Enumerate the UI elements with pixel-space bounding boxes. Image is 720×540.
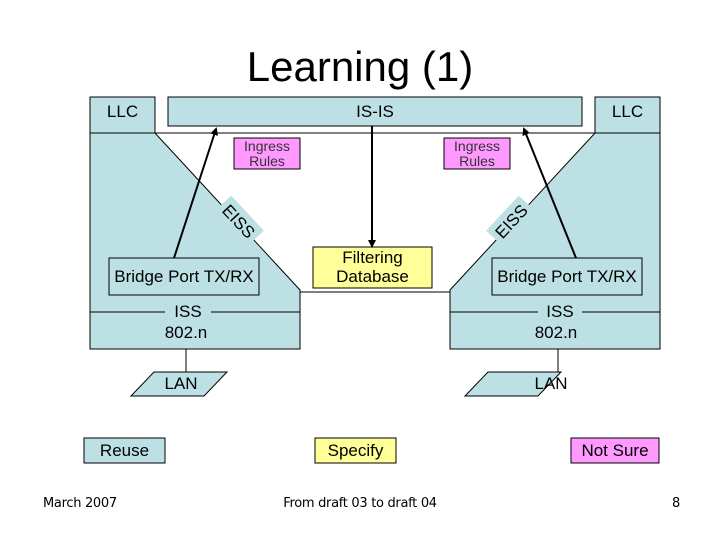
filtering-db-line-1: Filtering	[342, 248, 403, 267]
left-ingress-line-2: Rules	[249, 153, 285, 169]
footer-page-number: 8	[672, 496, 680, 511]
filtering-database-label: Filtering Database	[313, 248, 432, 286]
left-bridge-port-label: Bridge Port TX/RX	[114, 266, 254, 286]
isis-label: IS-IS	[356, 101, 394, 121]
filtering-db-line-2: Database	[336, 267, 409, 286]
left-iss-label: ISS	[174, 302, 202, 321]
right-iss-label: ISS	[546, 302, 574, 321]
footer-center-text: From draft 03 to draft 04	[283, 496, 437, 511]
right-bridge-port-label: Bridge Port TX/RX	[497, 266, 637, 286]
left-mac-label: 802.n	[164, 323, 208, 342]
legend-not-sure-label: Not Sure	[581, 440, 649, 460]
right-ingress-rules-label: Ingress Rules	[444, 139, 510, 169]
right-llc-label: LLC	[611, 102, 644, 121]
legend-specify-label: Specify	[327, 440, 384, 460]
left-llc-label: LLC	[106, 102, 139, 121]
right-mac-label: 802.n	[534, 323, 578, 342]
footer-date: March 2007	[43, 496, 117, 511]
right-lan-label: LAN	[534, 374, 568, 393]
right-ingress-line-2: Rules	[459, 153, 495, 169]
left-ingress-rules-label: Ingress Rules	[234, 139, 300, 169]
slide-title: Learning (1)	[246, 43, 474, 90]
left-ingress-line-1: Ingress	[244, 138, 290, 154]
legend-reuse-label: Reuse	[99, 440, 150, 460]
left-lan-label: LAN	[164, 374, 198, 393]
right-ingress-line-1: Ingress	[454, 138, 500, 154]
